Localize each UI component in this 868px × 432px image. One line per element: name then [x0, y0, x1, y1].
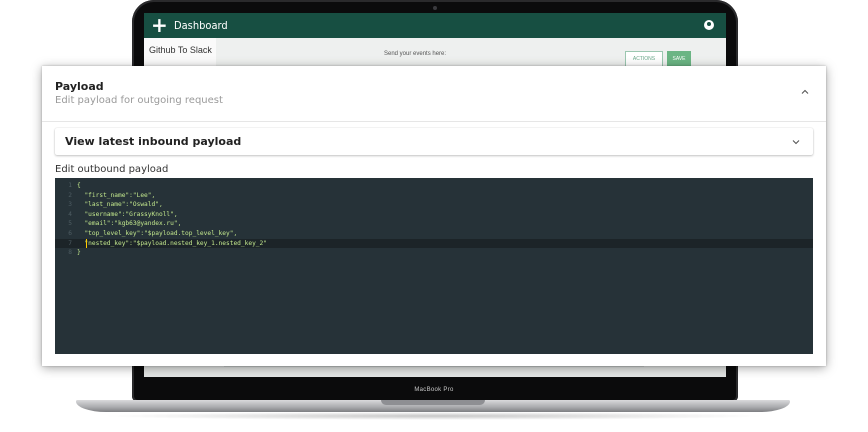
tab-github-to-slack[interactable]: Github To Slack: [144, 38, 216, 66]
text-cursor: [86, 238, 87, 248]
line-number: 4: [68, 210, 72, 218]
line-number: 6: [68, 230, 72, 237]
code-line[interactable]: 7 "nested_key":"$payload.nested_key_1.ne…: [55, 238, 813, 248]
line-number: 1: [68, 182, 72, 189]
code-line[interactable]: 2 "first_name":"Lee",: [55, 191, 813, 200]
app-title: Dashboard: [174, 19, 228, 32]
code-line[interactable]: 6 "top_level_key":"$payload.top_level_ke…: [55, 229, 813, 238]
code-text: }: [77, 249, 81, 257]
app-header: + Dashboard: [144, 13, 726, 38]
code-line[interactable]: 1{: [55, 181, 813, 190]
editor-label: Edit outbound payload: [55, 164, 169, 175]
laptop-model-label: MacBook Pro: [414, 387, 454, 393]
actions-button[interactable]: ACTIONS: [625, 51, 663, 67]
code-editor[interactable]: 1{2 "first_name":"Lee", 3 "last_name":"Os…: [55, 178, 813, 354]
line-number: 2: [68, 191, 72, 199]
code-line[interactable]: 4 "username":"GrassyKnoll",: [55, 210, 813, 219]
code-line[interactable]: 5 "email":"kgb63@yandex.ru",: [55, 219, 813, 228]
line-number: 3: [68, 201, 72, 209]
code-text: "nested_key":"$payload.nested_key_1.nest…: [77, 239, 267, 247]
code-line[interactable]: 8}: [55, 248, 813, 257]
plus-icon[interactable]: +: [151, 13, 168, 38]
payload-panel: Payload Edit payload for outgoing reques…: [42, 66, 826, 366]
code-text: {: [77, 182, 81, 189]
code-line[interactable]: 3 "last_name":"Oswald",: [55, 200, 813, 209]
code-text: "top_level_key":"$payload.top_level_key"…: [77, 230, 238, 237]
save-button[interactable]: SAVE: [667, 51, 691, 67]
code-text: "email":"kgb63@yandex.ru",: [77, 220, 182, 228]
inbound-payload-accordion[interactable]: View latest inbound payload: [55, 128, 813, 155]
code-text: "first_name":"Lee",: [77, 191, 156, 199]
code-text: "username":"GrassyKnoll",: [77, 210, 178, 218]
line-number: 7: [68, 239, 72, 247]
panel-title: Payload: [55, 80, 104, 93]
line-number: 5: [68, 220, 72, 228]
camera: [433, 6, 437, 10]
user-icon[interactable]: [704, 20, 714, 30]
laptop-notch: [381, 400, 485, 405]
divider: [42, 121, 826, 122]
chevron-up-icon[interactable]: [800, 87, 810, 97]
code-text: "last_name":"Oswald",: [77, 201, 163, 209]
panel-subtitle: Edit payload for outgoing request: [55, 95, 223, 106]
chevron-down-icon[interactable]: [791, 137, 801, 147]
line-number: 8: [68, 249, 72, 257]
send-events-text: Send your events here:: [384, 51, 447, 57]
accordion-label: View latest inbound payload: [65, 135, 242, 148]
laptop-shadow: [100, 412, 768, 420]
